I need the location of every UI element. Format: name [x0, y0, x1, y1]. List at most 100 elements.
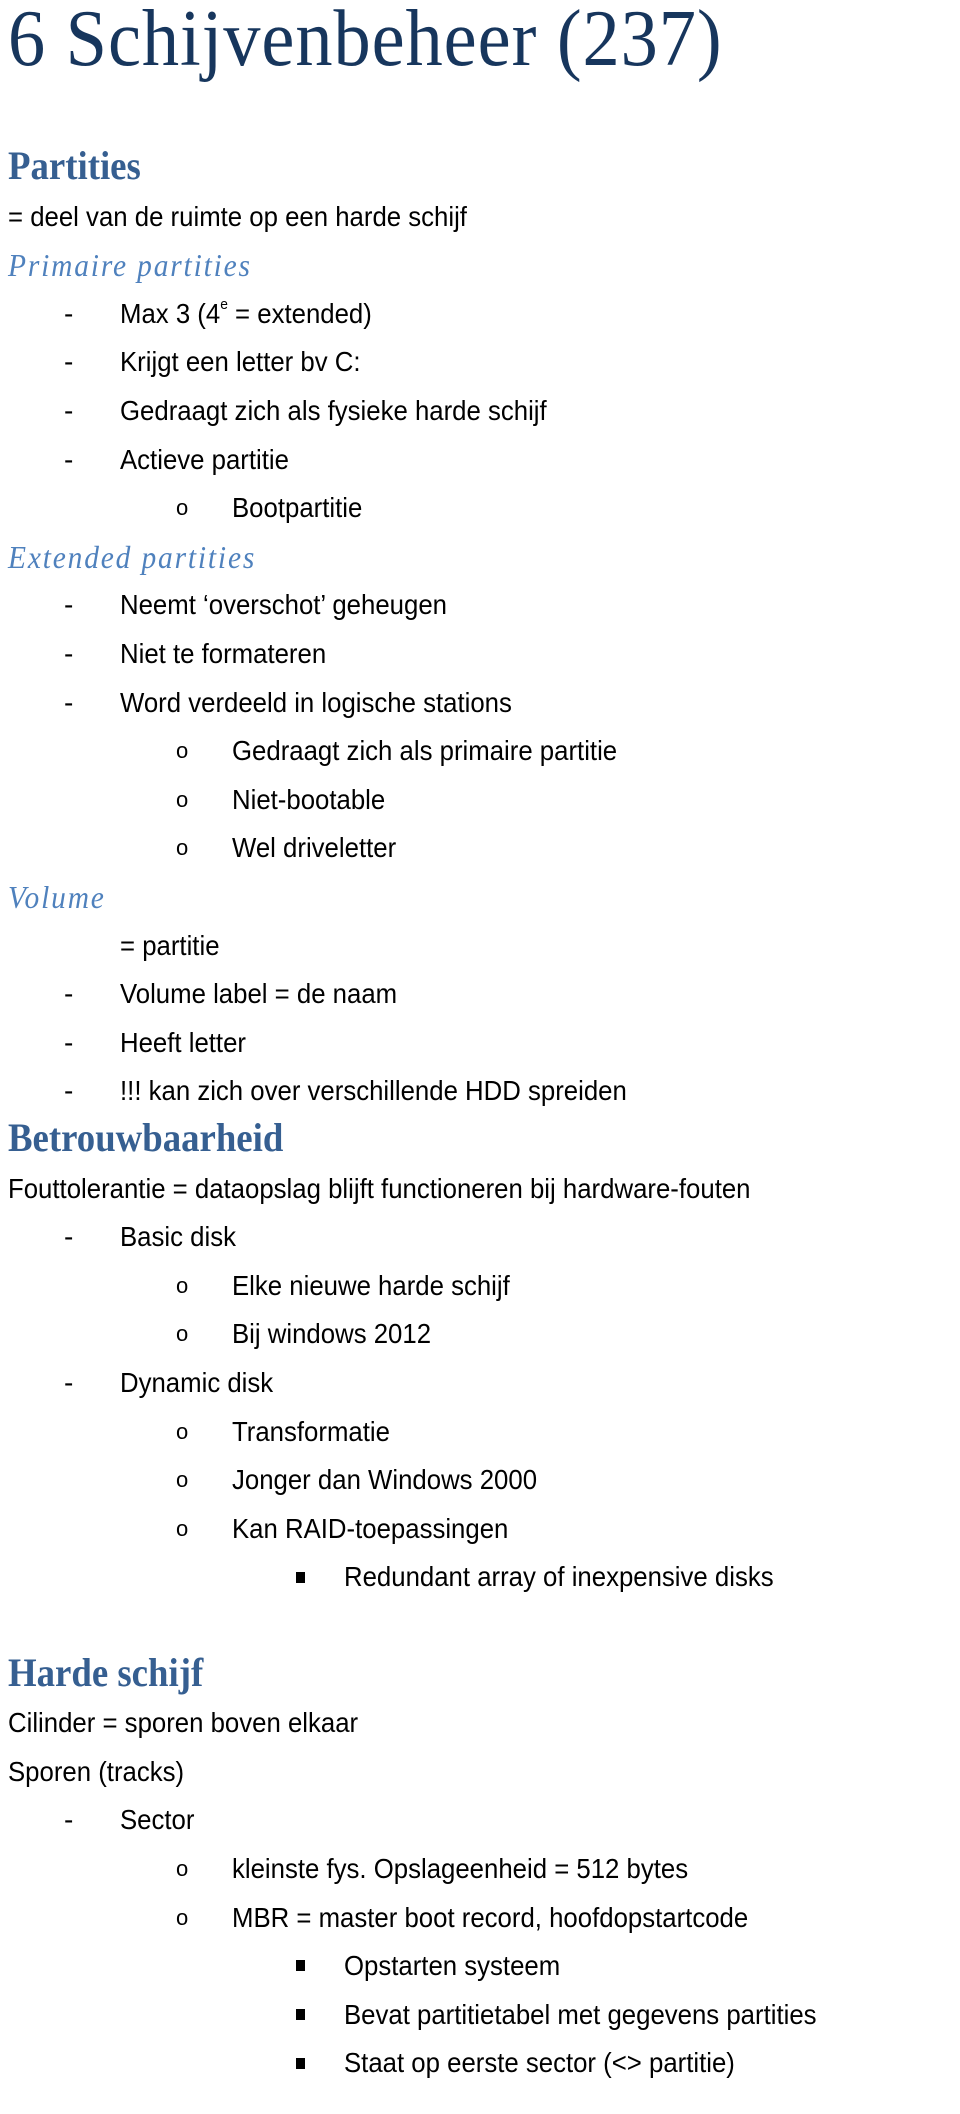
page-title: 6 Schijvenbeheer (237): [8, 0, 723, 83]
section-heading: Harde schijf: [0, 1649, 960, 1697]
circle-bullet-icon: o: [176, 1515, 189, 1541]
text-run: Jonger dan Windows 2000: [232, 1464, 538, 1496]
line-text: Word verdeeld in logische stations: [120, 679, 512, 727]
line-text: = deel van de ruimte op een harde schijf: [8, 193, 467, 241]
text-run: Partities: [8, 143, 141, 188]
square-bullet-shape: [296, 1960, 305, 1972]
line-text: Betrouwbaarheid: [8, 1114, 283, 1162]
dash-bullet-icon: -: [64, 395, 74, 426]
text-run: Gedraagt zich als fysieke harde schijf: [120, 395, 547, 426]
text-run: = partitie: [120, 929, 220, 961]
line-text: Wel driveletter: [232, 824, 396, 872]
text-run: Niet te formateren: [120, 638, 327, 669]
sub-bullet-item: o Transformatie: [0, 1408, 960, 1456]
sub-bullet-item: o Wel driveletter: [0, 824, 960, 872]
dash-bullet-icon: -: [64, 978, 74, 1010]
bullet-item: - Heeft letter: [0, 1019, 960, 1067]
bullet-item: - Gedraagt zich als fysieke harde schijf: [0, 387, 960, 435]
text-run: Harde schijf: [8, 1649, 204, 1695]
line-text: Gedraagt zich als primaire partitie: [232, 727, 617, 775]
text-run: Bootpartitie: [232, 492, 363, 524]
line-text: Sporen (tracks): [8, 1748, 184, 1796]
line-text: = partitie: [120, 922, 220, 970]
circle-bullet-icon: o: [176, 1856, 189, 1881]
text-run: Transformatie: [232, 1415, 390, 1447]
subsection-heading: Primaire partities: [0, 241, 960, 289]
line-text: Basic disk: [120, 1213, 236, 1261]
text-run: Wel driveletter: [232, 832, 397, 864]
text-run: Opstarten systeem: [344, 1950, 561, 1982]
text-run: Basic disk: [120, 1221, 236, 1253]
line-text: Niet te formateren: [120, 630, 326, 678]
square-bullet-shape: [296, 2057, 305, 2069]
square-bullet-shape: [296, 2008, 305, 2020]
sub-sub-bullet-item: Opstarten systeem: [0, 1942, 960, 1990]
text-run: Sector: [120, 1804, 195, 1836]
text-run: Gedraagt zich als primaire partitie: [232, 735, 618, 767]
sub-bullet-item: o Elke nieuwe harde schijf: [0, 1262, 960, 1310]
line-text: Neemt ‘overschot’ geheugen: [120, 581, 447, 629]
circle-bullet-icon: o: [176, 1904, 189, 1930]
line-text: Krijgt een letter bv C:: [120, 338, 361, 386]
sub-bullet-item: o Niet-bootable: [0, 776, 960, 824]
section-heading: Betrouwbaarheid: [0, 1114, 960, 1162]
text-run: Sporen (tracks): [8, 1755, 185, 1787]
bullet-item: - !!! kan zich over verschillende HDD spr…: [0, 1067, 960, 1115]
text-run: Extended partities: [8, 538, 257, 575]
dash-bullet-icon: -: [64, 1804, 74, 1836]
line-text: Kan RAID-toepassingen: [232, 1505, 508, 1553]
text-run: Niet-bootable: [232, 783, 386, 815]
line-text: Bootpartitie: [232, 484, 362, 532]
square-bullet-icon: [296, 2039, 305, 2087]
circle-bullet-icon: o: [176, 1467, 189, 1493]
sub-bullet-item: o Gedraagt zich als primaire partitie: [0, 727, 960, 775]
line-text: Heeft letter: [120, 1019, 246, 1067]
circle-bullet-icon: o: [176, 495, 189, 521]
continuation-line: = partitie: [0, 922, 960, 970]
bullet-item: - Dynamic disk: [0, 1359, 960, 1407]
bullet-item: - Volume label = de naam: [0, 970, 960, 1018]
circle-bullet-icon: o: [176, 786, 189, 812]
bullet-item: - Actieve partitie: [0, 436, 960, 484]
text-run: = deel van de ruimte op een harde schijf: [8, 200, 467, 232]
subsection-heading: Volume: [0, 873, 960, 921]
text-run: Cilinder = sporen boven elkaar: [8, 1707, 359, 1739]
bullet-item: - Krijgt een letter bv C:: [0, 338, 960, 386]
line-text: Volume: [8, 873, 106, 921]
line-text: Max 3 (4e = extended): [120, 290, 372, 338]
sub-bullet-item: o MBR = master boot record, hoofdopstartc…: [0, 1894, 960, 1942]
line-text: Elke nieuwe harde schijf: [232, 1262, 510, 1310]
text-run: Krijgt een letter bv C:: [120, 346, 361, 378]
sub-sub-bullet-item: Bevat partitietabel met gegevens partiti…: [0, 1991, 960, 2039]
paragraph: Sporen (tracks): [0, 1748, 960, 1796]
line-text: Partities: [8, 142, 141, 190]
text-run: Bij windows 2012: [232, 1318, 432, 1350]
line-text: MBR = master boot record, hoofdopstartco…: [232, 1894, 748, 1942]
square-bullet-shape: [296, 1571, 305, 1583]
sub-bullet-item: o Jonger dan Windows 2000: [0, 1456, 960, 1504]
dash-bullet-icon: -: [64, 686, 74, 718]
dash-bullet-icon: -: [64, 589, 74, 621]
line-text: Jonger dan Windows 2000: [232, 1456, 537, 1504]
text-run: Word verdeeld in logische stations: [120, 686, 512, 718]
line-text: Extended partities: [8, 533, 256, 581]
sub-bullet-item: o kleinste fys. Opslageenheid = 512 bytes: [0, 1845, 960, 1893]
text-run: !!! kan zich over verschillende HDD spre…: [120, 1075, 627, 1107]
subsection-heading: Extended partities: [0, 533, 960, 581]
text-run: Betrouwbaarheid: [8, 1115, 284, 1160]
line-text: Sector: [120, 1796, 194, 1844]
dash-bullet-icon: -: [64, 443, 74, 475]
bullet-item: - Neemt ‘overschot’ geheugen: [0, 581, 960, 629]
dash-bullet-icon: -: [64, 1221, 74, 1253]
text-run: Volume label = de naam: [120, 978, 398, 1010]
line-text: Cilinder = sporen boven elkaar: [8, 1699, 358, 1747]
bullet-item: - Niet te formateren: [0, 630, 960, 678]
line-text: Bij windows 2012: [232, 1310, 431, 1358]
line-text: Opstarten systeem: [344, 1942, 560, 1990]
paragraph: Fouttolerantie = dataopslag blijft funct…: [0, 1165, 960, 1213]
dash-bullet-icon: -: [64, 1026, 74, 1058]
bullet-item: - Sector: [0, 1796, 960, 1844]
circle-bullet-icon: o: [176, 835, 189, 861]
sub-sub-bullet-item: Redundant array of inexpensive disks: [0, 1553, 960, 1601]
square-bullet-icon: [296, 1553, 305, 1601]
